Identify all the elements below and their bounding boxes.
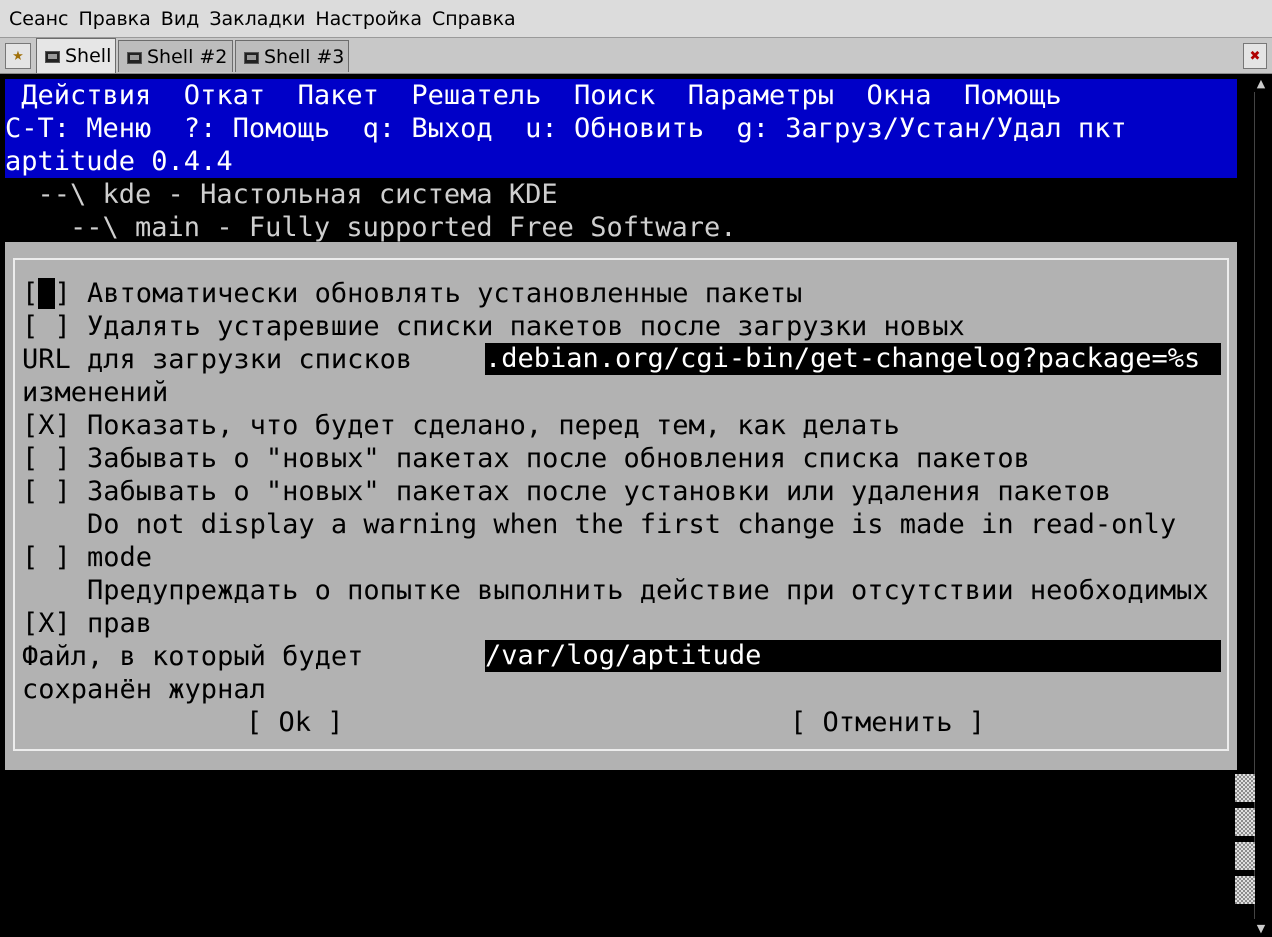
tab-shell-2[interactable]: Shell #2 — [118, 40, 233, 72]
scrollbar-grip[interactable] — [1235, 876, 1255, 904]
options-dialog: [ ] Автоматически обновлять установленны… — [5, 242, 1237, 770]
option-label: ] Автоматически обновлять установленные … — [54, 278, 803, 309]
terminal-screen[interactable]: Действия Откат Пакет Решатель Поиск Пара… — [0, 74, 1240, 937]
tab-label: Shell #3 — [264, 45, 345, 68]
option-forget-new-on-update[interactable]: [ ] Забывать о "новых" пакетах после обн… — [22, 442, 1030, 475]
aptitude-hint-line: C-T: Меню ?: Помощь q: Выход u: Обновить… — [5, 113, 1127, 144]
tree-item-kde[interactable]: --\ kde - Настольная система KDE — [5, 178, 558, 211]
option-forget-old-lists[interactable]: [ ] Удалять устаревшие списки пакетов по… — [22, 310, 965, 343]
scroll-down-arrow-icon[interactable]: ▼ — [1254, 921, 1268, 935]
menu-session[interactable]: Сеанс — [4, 8, 73, 30]
aptitude-version: aptitude 0.4.4 — [5, 146, 233, 177]
aptitude-menubar: Действия Откат Пакет Решатель Поиск Пара… — [5, 79, 1237, 178]
scrollbar-grip[interactable] — [1235, 774, 1255, 802]
option-show-preview[interactable]: [X] Показать, что будет сделано, перед т… — [22, 409, 900, 442]
menu-help[interactable]: Справка — [427, 8, 521, 30]
tab-label: Shell #2 — [147, 45, 228, 68]
scrollbar-grip[interactable] — [1235, 808, 1255, 836]
changelog-url-input[interactable]: .debian.org/cgi-bin/get-changelog?packag… — [485, 343, 1221, 375]
terminal-icon — [127, 51, 142, 64]
option-warn-no-root[interactable]: [X] прав — [22, 607, 152, 640]
konsole-menubar: Сеанс Правка Вид Закладки Настройка Спра… — [0, 0, 1272, 38]
scroll-up-arrow-icon[interactable]: ▲ — [1254, 76, 1268, 90]
scrollbar-grip[interactable] — [1235, 842, 1255, 870]
new-session-icon[interactable]: ★ — [5, 43, 31, 69]
option-no-readonly-warning-text: Do not display a warning when the first … — [22, 509, 1177, 540]
ok-button[interactable]: [ Ok ] — [246, 706, 344, 739]
terminal-icon — [244, 51, 259, 64]
tab-shell[interactable]: Shell — [36, 38, 116, 73]
tree-item-main[interactable]: --\ main - Fully supported Free Software… — [5, 211, 736, 244]
option-forget-new-on-install[interactable]: [ ] Забывать о "новых" пакетах после уст… — [22, 475, 1111, 508]
scrollbar-track[interactable] — [1235, 92, 1269, 919]
option-warn-no-root-text: Предупреждать о попытке выполнить действ… — [22, 575, 1209, 606]
menu-settings[interactable]: Настройка — [310, 8, 427, 30]
log-file-label: Файл, в который будет — [22, 641, 364, 672]
changelog-url-label-cont: изменений — [22, 377, 169, 408]
terminal-icon — [45, 51, 60, 63]
tab-label: Shell — [65, 45, 112, 67]
tab-bar: ★ Shell Shell #2 Shell #3 ✖ — [0, 38, 1272, 74]
option-no-readonly-warning[interactable]: [ ] mode — [22, 541, 152, 574]
cancel-button[interactable]: [ Отменить ] — [790, 706, 985, 739]
tab-shell-3[interactable]: Shell #3 — [235, 40, 349, 72]
log-file-label-cont: сохранён журнал — [22, 674, 266, 705]
menu-edit[interactable]: Правка — [73, 8, 155, 30]
close-session-icon[interactable]: ✖ — [1243, 43, 1267, 69]
changelog-url-label: URL для загрузки списков — [22, 344, 413, 375]
log-file-input[interactable]: /var/log/aptitude — [485, 640, 1221, 672]
terminal-scrollbar[interactable]: ▲ ▼ — [1235, 74, 1272, 937]
aptitude-menu-line[interactable]: Действия Откат Пакет Решатель Поиск Пара… — [5, 79, 1061, 112]
text-cursor — [38, 278, 55, 309]
menu-view[interactable]: Вид — [156, 8, 205, 30]
menu-bookmarks[interactable]: Закладки — [204, 8, 310, 30]
checkbox-open-bracket: [ — [22, 278, 39, 309]
option-auto-upgrade[interactable]: [ ] Автоматически обновлять установленны… — [22, 277, 802, 310]
